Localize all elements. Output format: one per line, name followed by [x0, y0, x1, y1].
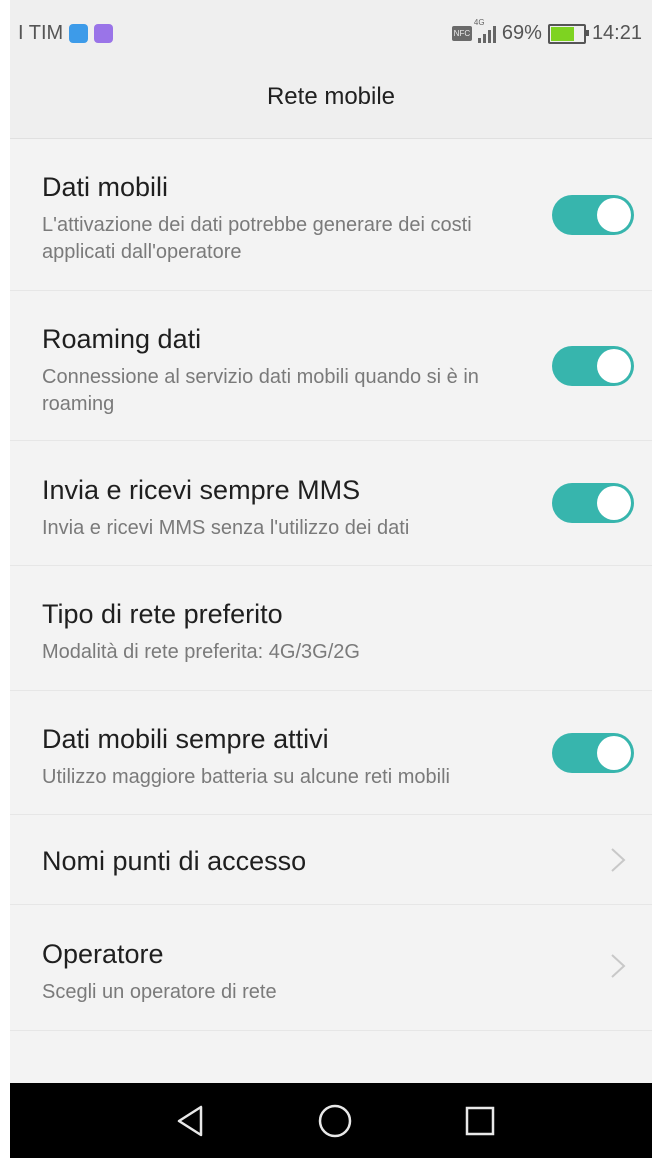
setting-subtitle: Connessione al servizio dati mobili quan…	[42, 366, 479, 415]
clock: 14:21	[591, 22, 642, 44]
setting-subtitle: Modalità di rete preferita: 4G/3G/2G	[42, 641, 360, 663]
battery-percent: 69%	[501, 22, 542, 44]
toggle-knob	[597, 486, 631, 520]
network-type-label: 4G	[473, 17, 485, 27]
back-icon[interactable]	[170, 1101, 210, 1141]
setting-title: Dati mobili sempre attivi	[42, 724, 329, 754]
carrier-label: I TIM	[18, 22, 64, 44]
setting-subtitle: L'attivazione dei dati potrebbe generare…	[42, 214, 472, 263]
setting-row-operator[interactable]: Operatore Scegli un operatore di rete	[10, 905, 652, 1031]
setting-row-data-roaming[interactable]: Roaming dati Connessione al servizio dat…	[10, 291, 652, 441]
data-roaming-toggle[interactable]	[552, 346, 634, 386]
mobile-data-toggle[interactable]	[552, 195, 634, 235]
mms-toggle[interactable]	[552, 483, 634, 523]
toggle-knob	[597, 349, 631, 383]
setting-row-network-type[interactable]: Tipo di rete preferito Modalità di rete …	[10, 566, 652, 691]
signal-icon: 4G	[474, 18, 496, 43]
toggle-knob	[597, 736, 631, 770]
always-on-data-toggle[interactable]	[552, 733, 634, 773]
setting-row-mobile-data[interactable]: Dati mobili L'attivazione dei dati potre…	[10, 139, 652, 291]
bluetooth-icon	[69, 24, 89, 43]
recents-icon[interactable]	[460, 1101, 500, 1141]
settings-list: Dati mobili L'attivazione dei dati potre…	[10, 139, 652, 1031]
setting-title: Roaming dati	[42, 324, 202, 354]
screen: I TIM NFC 4G 69% 14:21 Rete mobile Dati …	[10, 0, 652, 1158]
setting-title: Invia e ricevi sempre MMS	[42, 475, 361, 505]
setting-title: Tipo di rete preferito	[42, 599, 283, 629]
status-right: NFC 4G 69% 14:21	[451, 18, 642, 45]
setting-row-apn[interactable]: Nomi punti di accesso	[10, 815, 652, 905]
battery-fill	[550, 26, 575, 41]
setting-subtitle: Invia e ricevi MMS senza l'utilizzo dei …	[42, 517, 410, 539]
toggle-knob	[597, 198, 631, 232]
battery-icon	[547, 23, 589, 44]
page-title: Rete mobile	[10, 64, 652, 139]
home-icon[interactable]	[315, 1101, 355, 1141]
nfc-icon: NFC	[451, 26, 472, 41]
setting-row-mms[interactable]: Invia e ricevi sempre MMS Invia e ricevi…	[10, 441, 652, 566]
status-left: I TIM	[18, 22, 114, 45]
chevron-right-icon	[611, 848, 626, 872]
viber-icon	[94, 24, 114, 43]
setting-title: Dati mobili	[42, 172, 169, 202]
setting-title: Nomi punti di accesso	[42, 846, 307, 876]
setting-title: Operatore	[42, 939, 164, 969]
status-bar: I TIM NFC 4G 69% 14:21	[10, 0, 652, 64]
setting-subtitle: Scegli un operatore di rete	[42, 981, 277, 1003]
setting-row-always-on-data[interactable]: Dati mobili sempre attivi Utilizzo maggi…	[10, 691, 652, 815]
setting-subtitle: Utilizzo maggiore batteria su alcune ret…	[42, 766, 450, 788]
chevron-right-icon	[611, 954, 626, 978]
navigation-bar	[10, 1083, 652, 1158]
